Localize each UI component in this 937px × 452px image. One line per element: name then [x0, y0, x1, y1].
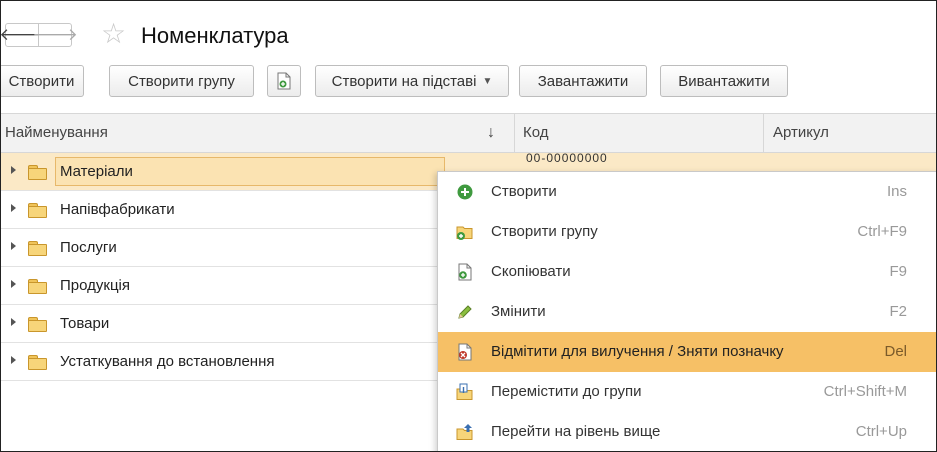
menu-item-shortcut: Ctrl+Shift+M [823, 383, 907, 400]
expand-arrow-icon[interactable] [11, 356, 16, 364]
create-group-button[interactable]: Створити групу [109, 65, 254, 97]
column-divider[interactable] [514, 114, 515, 152]
arrow-right-icon: 🡒 [32, 25, 78, 44]
create-based-on-label: Створити на підставі [331, 72, 477, 90]
folder-icon [28, 203, 47, 218]
folder-icon [28, 317, 47, 332]
favorite-star-icon[interactable]: ☆ [101, 19, 126, 49]
column-header-name[interactable]: Найменування [5, 114, 108, 152]
menu-item-label: Змінити [491, 303, 546, 320]
menu-item-label: Перейти на рівень вище [491, 423, 661, 440]
row-code: 00-00000000 [526, 151, 608, 165]
expand-arrow-icon[interactable] [11, 280, 16, 288]
menu-item-shortcut: Ctrl+Up [855, 423, 907, 440]
plus-circle-icon [457, 184, 473, 200]
menu-item-mark-for-deletion[interactable]: Відмітити для вилучення / Зняти позначку… [438, 332, 936, 372]
create-group-button-label: Створити групу [128, 72, 235, 90]
menu-item-level-up[interactable]: Перейти на рівень вище Ctrl+Up [438, 412, 936, 451]
menu-item-label: Перемістити до групи [491, 383, 642, 400]
menu-item-shortcut: F2 [889, 303, 907, 320]
create-button-label: Створити [8, 72, 75, 90]
column-divider[interactable] [763, 114, 764, 152]
pencil-icon [458, 305, 472, 319]
chevron-down-icon: ▼ [482, 75, 493, 87]
row-label: Матеріали [60, 163, 133, 180]
menu-item-shortcut: F9 [889, 263, 907, 280]
create-based-on-button[interactable]: Створити на підставі ▼ [315, 65, 509, 97]
move-to-group-icon [456, 383, 473, 400]
forward-button[interactable]: 🡒 [32, 23, 78, 47]
menu-item-shortcut: Ins [886, 183, 907, 200]
unload-button-label: Вивантажити [678, 72, 770, 90]
expand-arrow-icon[interactable] [11, 166, 16, 174]
menu-item-copy[interactable]: Скопіювати F9 [438, 252, 936, 292]
menu-item-label: Створити [491, 183, 557, 200]
expand-arrow-icon[interactable] [11, 242, 16, 250]
row-label: Продукція [60, 277, 130, 294]
mark-delete-icon [458, 343, 472, 361]
menu-item-edit[interactable]: Змінити F2 [438, 292, 936, 332]
unload-button[interactable]: Вивантажити [660, 65, 788, 97]
row-label: Товари [60, 315, 110, 332]
expand-arrow-icon[interactable] [11, 204, 16, 212]
page-title: Номенклатура [141, 23, 289, 48]
copy-document-icon [277, 72, 291, 90]
column-header-code[interactable]: Код [523, 114, 549, 152]
menu-item-label: Відмітити для вилучення / Зняти позначку [491, 343, 784, 360]
level-up-icon [456, 424, 473, 440]
folder-icon [28, 279, 47, 294]
menu-item-create-group[interactable]: Створити групу Ctrl+F9 [438, 212, 936, 252]
folder-icon [28, 241, 47, 256]
menu-item-create[interactable]: Створити Ins [438, 172, 936, 212]
column-header-article[interactable]: Артикул [773, 114, 829, 152]
folder-icon [28, 165, 47, 180]
menu-item-shortcut: Del [884, 343, 907, 360]
menu-item-label: Створити групу [491, 223, 598, 240]
app-window: 🡐 🡒 ☆ Номенклатура Створити Створити гру… [0, 0, 937, 452]
row-label: Послуги [60, 239, 117, 256]
row-label: Устаткування до встановлення [60, 353, 275, 370]
load-button-label: Завантажити [537, 72, 629, 90]
copy-button[interactable] [267, 65, 301, 97]
load-button[interactable]: Завантажити [519, 65, 647, 97]
menu-item-move-to-group[interactable]: Перемістити до групи Ctrl+Shift+M [438, 372, 936, 412]
sort-arrow-icon[interactable]: ↓ [487, 114, 495, 152]
menu-item-shortcut: Ctrl+F9 [857, 223, 907, 240]
folder-icon [28, 355, 47, 370]
context-menu: Створити Ins Створити групу Ctrl+F9 Скоп… [437, 171, 936, 451]
row-label: Напівфабрикати [60, 201, 175, 218]
copy-document-icon [458, 263, 472, 281]
create-button[interactable]: Створити [1, 65, 84, 97]
expand-arrow-icon[interactable] [11, 318, 16, 326]
toolbar: Створити Створити групу Створити на підс… [1, 65, 936, 99]
menu-item-label: Скопіювати [491, 263, 571, 280]
table-header: Найменування ↓ Код Артикул [1, 113, 936, 153]
new-folder-icon [456, 226, 473, 240]
title-bar: 🡐 🡒 ☆ Номенклатура [1, 15, 936, 55]
